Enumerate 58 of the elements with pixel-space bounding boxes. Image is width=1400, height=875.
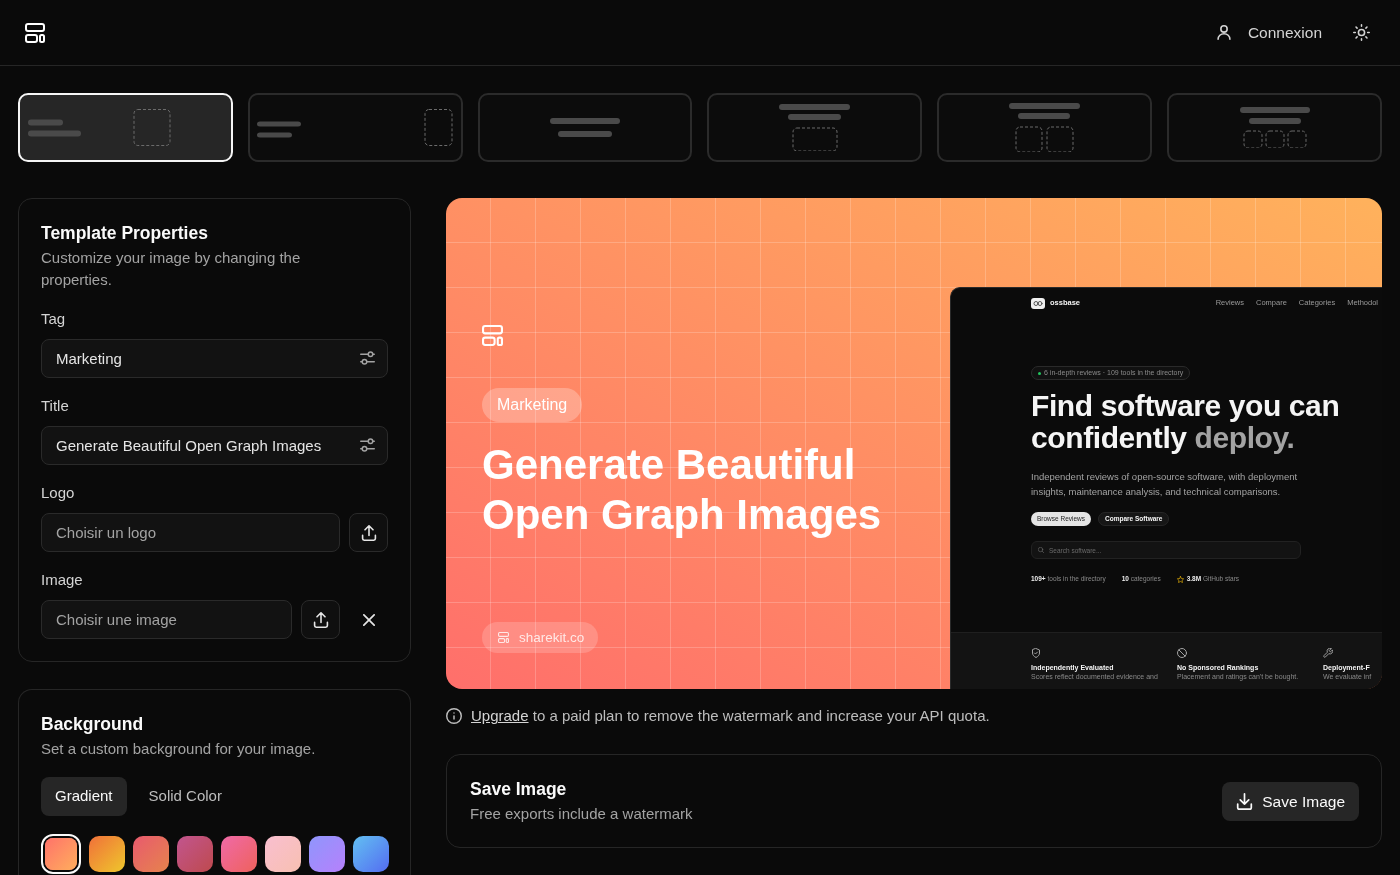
field-label: Image bbox=[41, 570, 84, 590]
panel-title: Background bbox=[41, 713, 145, 736]
hero-heading: Find software you can confidently deploy. bbox=[1031, 390, 1341, 454]
layout-drawing bbox=[779, 103, 851, 152]
layout-logo-icon bbox=[498, 632, 509, 644]
upload-icon bbox=[360, 524, 377, 541]
text-input[interactable]: Generate Beautiful Open Graph Images bbox=[41, 426, 388, 465]
panel-description: Customize your image by changing the properties. bbox=[41, 248, 302, 290]
preview-title: Generate Beautiful Open Graph Images bbox=[482, 440, 883, 540]
sliders-icon[interactable] bbox=[360, 351, 375, 365]
user-icon bbox=[1216, 25, 1231, 40]
gradient-swatch-icon[interactable] bbox=[177, 836, 213, 872]
info-icon bbox=[446, 708, 462, 725]
site-url: sharekit.co bbox=[519, 628, 585, 647]
brand-logo-icon bbox=[1031, 297, 1045, 309]
panel-title: Template Properties bbox=[41, 222, 209, 245]
status-dot-icon bbox=[1038, 371, 1041, 375]
field-label: Title bbox=[41, 396, 70, 416]
layout-drawing bbox=[550, 118, 621, 137]
hero-description: Independent reviews of open-source software, with deployment insights, maintenance analysis, and technical comparisons. bbox=[1031, 470, 1299, 499]
sign-in-link[interactable]: Connexion bbox=[1216, 20, 1322, 45]
field-label: Tag bbox=[41, 309, 67, 329]
file-input[interactable]: Choisir une image bbox=[41, 600, 292, 639]
layout-logo-icon bbox=[482, 325, 503, 346]
upload-button[interactable] bbox=[349, 513, 388, 552]
text-input[interactable]: Marketing bbox=[41, 339, 388, 378]
mode-tab[interactable]: Gradient bbox=[41, 777, 127, 816]
gradient-swatch-icon[interactable] bbox=[353, 836, 389, 872]
gradient-swatch-icon[interactable] bbox=[309, 836, 345, 872]
download-icon bbox=[1236, 792, 1254, 810]
search-icon bbox=[1038, 547, 1044, 553]
category-tag: Marketing bbox=[482, 388, 583, 422]
field-label: Logo bbox=[41, 483, 76, 503]
sun-icon[interactable] bbox=[1353, 24, 1370, 41]
sliders-icon[interactable] bbox=[360, 438, 375, 452]
gradient-swatch-icon[interactable] bbox=[89, 836, 125, 872]
star-icon bbox=[1176, 575, 1184, 583]
ban-icon bbox=[1177, 648, 1187, 659]
gradient-swatch-icon[interactable] bbox=[221, 836, 257, 872]
upgrade-link[interactable]: Upgrade bbox=[471, 707, 529, 725]
layout-logo-icon[interactable] bbox=[25, 22, 45, 43]
mode-tab[interactable]: Solid Color bbox=[134, 777, 236, 816]
gradient-swatch-icon[interactable] bbox=[133, 836, 169, 872]
gradient-swatch-icon[interactable] bbox=[41, 834, 81, 874]
upload-button[interactable] bbox=[301, 600, 340, 639]
panel-description: Free exports include a watermark bbox=[470, 804, 693, 825]
upload-icon bbox=[312, 611, 329, 628]
panel-title: Save Image bbox=[470, 778, 568, 802]
panel-description: Set a custom background for your image. bbox=[41, 739, 317, 759]
gradient-swatch-icon[interactable] bbox=[265, 836, 301, 872]
watermark-notice: Upgrade to a paid plan to remove the watermark and increase your API quota. bbox=[471, 706, 990, 727]
wrench-icon bbox=[1323, 648, 1333, 659]
layout-drawing bbox=[1009, 102, 1081, 153]
file-input[interactable]: Choisir un logo bbox=[41, 513, 340, 552]
close-icon bbox=[362, 613, 375, 626]
shield-icon bbox=[1031, 648, 1041, 659]
layout-drawing bbox=[1239, 106, 1310, 149]
save-image-button[interactable]: Save Image bbox=[1222, 781, 1359, 821]
